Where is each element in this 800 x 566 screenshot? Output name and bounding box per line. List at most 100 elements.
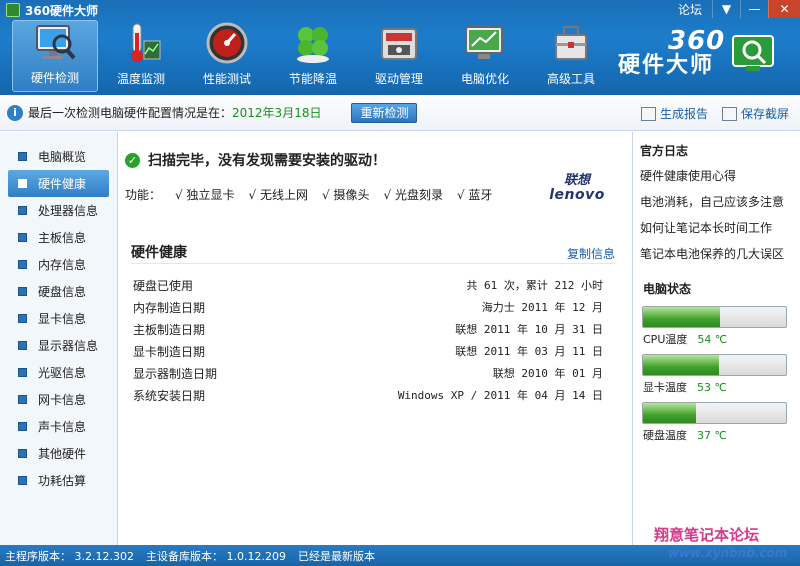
sidebar-item-motherboard[interactable]: 主板信息 [0, 224, 117, 251]
minimize-button[interactable]: — [740, 0, 768, 18]
pc-state-title: 电脑状态 [643, 282, 692, 296]
watermark: 翔意笔记本论坛 www.xynbnb.com [624, 522, 800, 566]
temp-value: 53 ℃ [697, 381, 727, 394]
temp-value: 54 ℃ [697, 333, 728, 346]
sidebar-item-cpu[interactable]: 处理器信息 [0, 197, 117, 224]
feature-list: 功能： 独立显卡 无线上网 摄像头 光盘刻录 蓝牙 [125, 186, 492, 203]
sidebar-item-label: 声卡信息 [38, 420, 87, 434]
bullet-icon [18, 206, 27, 215]
table-row: 显卡制造日期 联想 2011 年 03 月 11 日 [133, 340, 603, 362]
save-screenshot-button[interactable]: 保存截屏 [722, 105, 789, 122]
sidebar-item-graphics[interactable]: 显卡信息 [0, 305, 117, 332]
tool-energy-saving[interactable]: 节能降温 [270, 20, 356, 92]
temp-value: 37 ℃ [697, 429, 727, 442]
bullet-icon [18, 152, 27, 161]
last-check-text: 最后一次检测电脑硬件配置情况是在： [28, 106, 233, 120]
sidebar-item-label: 处理器信息 [38, 204, 99, 218]
sidebar-item-other[interactable]: 其他硬件 [0, 440, 117, 467]
recheck-button[interactable]: 重新检测 [351, 102, 418, 123]
camera-icon [722, 106, 737, 121]
update-status: 已经是最新版本 [297, 549, 375, 563]
row-value: Windows XP / 2011 年 04 月 14 日 [397, 389, 603, 402]
last-check-bar: i 最后一次检测电脑硬件配置情况是在： 2012年3月18日 重新检测 生成报告… [0, 95, 800, 131]
vendor-logo: 联想 lenovo [543, 174, 611, 203]
bullet-icon [18, 476, 27, 485]
row-label: 显卡制造日期 [133, 344, 206, 359]
health-section-header: 硬件健康 复制信息 [131, 240, 615, 264]
bullet-icon [18, 260, 27, 269]
menu-dropdown-button[interactable]: ▼ [712, 0, 740, 18]
sidebar-item-label: 显卡信息 [38, 312, 87, 326]
feature-item: 摄像头 [322, 186, 369, 203]
watermark-title: 翔意笔记本论坛 [654, 526, 760, 544]
generate-report-button[interactable]: 生成报告 [641, 105, 708, 122]
cpu-temp-readout: CPU温度 54 ℃ [643, 331, 727, 347]
sidebar-item-label: 硬盘信息 [38, 285, 87, 299]
vendor-name-en: lenovo [549, 187, 605, 203]
row-value: 海力士 2011 年 12 月 [481, 301, 603, 314]
app-title: 360硬件大师 [25, 3, 99, 18]
save-screenshot-label: 保存截屏 [741, 107, 790, 121]
health-title: 硬件健康 [131, 245, 187, 261]
forum-link[interactable]: 论坛 [678, 1, 702, 18]
row-value: 共 61 次，累计 212 小时 [466, 279, 603, 292]
tool-pc-optimize[interactable]: 电脑优化 [442, 20, 528, 92]
tool-performance[interactable]: 性能测试 [184, 20, 270, 92]
bullet-icon [18, 287, 27, 296]
table-row: 主板制造日期 联想 2011 年 10 月 31 日 [133, 318, 603, 340]
sidebar-item-disk[interactable]: 硬盘信息 [0, 278, 117, 305]
generate-report-label: 生成报告 [660, 107, 709, 121]
row-value: 联想 2011 年 10 月 31 日 [455, 323, 603, 336]
brand-name: 硬件大师 [618, 53, 715, 78]
temp-fill [643, 355, 719, 375]
log-link[interactable]: 笔记本电池保养的几大误区 [640, 245, 784, 262]
table-row: 显示器制造日期 联想 2010 年 01 月 [133, 362, 603, 384]
sidebar-item-network[interactable]: 网卡信息 [0, 386, 117, 413]
watermark-url: www.xynbnb.com [668, 546, 788, 560]
speedometer-icon [204, 21, 250, 65]
sidebar-item-label: 网卡信息 [38, 393, 87, 407]
sidebar-item-memory[interactable]: 内存信息 [0, 251, 117, 278]
log-link[interactable]: 电池消耗，自己应该多注意 [640, 193, 784, 210]
bullet-icon [18, 449, 27, 458]
main-panel: ✓ 扫描完毕，没有发现需要安装的驱动！ 功能： 独立显卡 无线上网 摄像头 光盘… [119, 132, 631, 545]
clover-icon [290, 21, 336, 65]
main-toolbar: 硬件检测 温度监测 性能测试 节能降温 驱动管理 电脑优化 高级工具 [12, 20, 614, 92]
sidebar-item-monitor[interactable]: 显示器信息 [0, 332, 117, 359]
log-link[interactable]: 硬件健康使用心得 [640, 167, 736, 184]
printer-icon [641, 106, 656, 121]
sidebar-item-optical[interactable]: 光驱信息 [0, 359, 117, 386]
tool-driver-management[interactable]: 驱动管理 [356, 20, 442, 92]
sidebar-item-overview[interactable]: 电脑概览 [0, 143, 117, 170]
last-check-date: 2012年3月18日 [232, 106, 322, 120]
row-label: 主板制造日期 [133, 322, 206, 337]
sidebar-item-label: 电脑概览 [38, 150, 87, 164]
copy-info-link[interactable]: 复制信息 [567, 245, 615, 262]
brand-logo: 360 硬件大师 [618, 28, 725, 80]
row-label: 显示器制造日期 [133, 366, 218, 381]
tool-advanced[interactable]: 高级工具 [528, 20, 614, 92]
sidebar-item-hardware-health[interactable]: 硬件健康 [8, 170, 109, 197]
sidebar-item-power[interactable]: 功耗估算 [0, 467, 117, 494]
row-label: 系统安装日期 [133, 388, 206, 403]
temp-label: 显卡温度 [643, 381, 687, 394]
tool-temperature[interactable]: 温度监测 [98, 20, 184, 92]
window-controls: 论坛 ▼ — ✕ [678, 0, 800, 18]
close-button[interactable]: ✕ [768, 0, 800, 18]
toolbox-icon [548, 21, 594, 65]
table-row: 系统安装日期 Windows XP / 2011 年 04 月 14 日 [133, 384, 603, 406]
row-label: 内存制造日期 [133, 300, 206, 315]
bullet-icon [18, 179, 27, 188]
log-link[interactable]: 如何让笔记本长时间工作 [640, 219, 772, 236]
disk-temp-readout: 硬盘温度 37 ℃ [643, 427, 727, 443]
tool-hardware-detect[interactable]: 硬件检测 [12, 20, 98, 92]
bullet-icon [18, 368, 27, 377]
row-value: 联想 2010 年 01 月 [492, 367, 603, 380]
tool-label: 节能降温 [288, 72, 337, 86]
sidebar-item-audio[interactable]: 声卡信息 [0, 413, 117, 440]
sidebar-item-label: 其他硬件 [38, 447, 87, 461]
feature-item: 独立显卡 [175, 186, 234, 203]
disk-temp-bar [642, 402, 787, 424]
tool-label: 驱动管理 [374, 72, 423, 86]
driver-chip-icon [376, 21, 422, 65]
